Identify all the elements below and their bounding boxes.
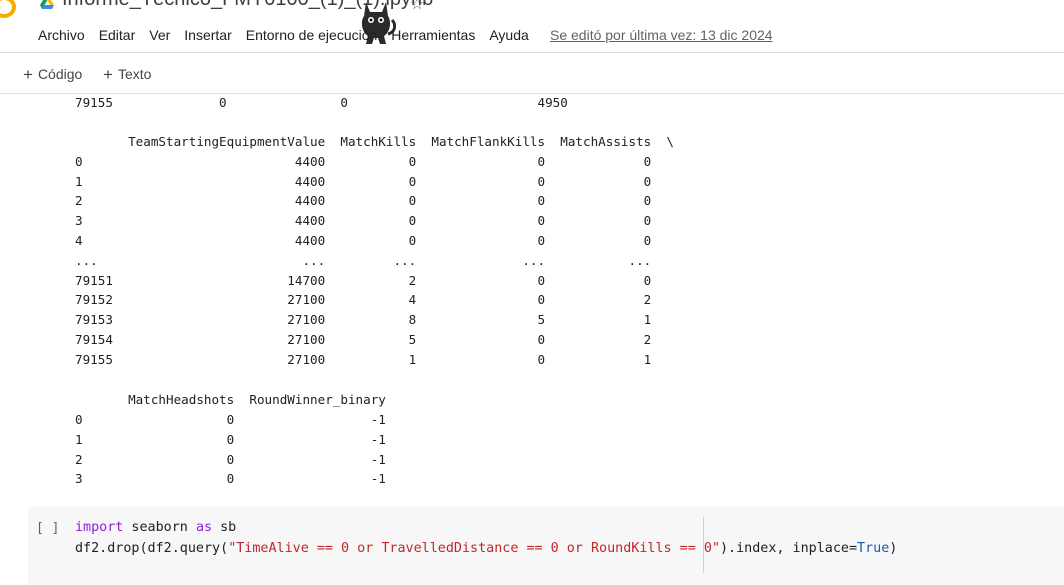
output-line: 0 0 -1 [75, 412, 386, 427]
menu-ver[interactable]: Ver [149, 27, 170, 43]
code-keyword: import [75, 520, 124, 535]
menu-bar: Archivo Editar Ver Insertar Entorno de e… [38, 27, 543, 43]
code-keyword: as [195, 520, 213, 535]
output-line: 3 0 -1 [75, 471, 386, 486]
menu-ayuda[interactable]: Ayuda [489, 27, 528, 43]
code-text: df2.drop(df2.query( [75, 541, 229, 556]
toolbar: + Código + Texto [0, 53, 1064, 94]
code-module: seaborn [123, 520, 196, 535]
plus-icon: + [103, 65, 113, 84]
output-line: 0 4400 0 0 0 [75, 154, 652, 169]
output-line: 79155 0 0 4950 [75, 95, 568, 110]
output-line: 2 0 -1 [75, 452, 386, 467]
run-cell-button[interactable]: [ ] [36, 521, 59, 536]
last-edit-link[interactable]: Se editó por última vez: 13 dic 2024 [550, 27, 773, 43]
code-text: ) [889, 541, 898, 556]
cell-output: 79155 0 0 4950 TeamStartingEquipmentValu… [0, 93, 1064, 505]
code-boolean: True [857, 541, 890, 556]
text-cursor [703, 517, 704, 573]
output-line: 1 0 -1 [75, 432, 386, 447]
output-line: 79153 27100 8 5 1 [75, 312, 652, 327]
add-code-button[interactable]: + Código [23, 64, 82, 84]
output-line: 2 4400 0 0 0 [75, 193, 652, 208]
add-text-button[interactable]: + Texto [103, 64, 151, 84]
top-bar: Informe_Técnico_FMY0100_(1)_(1).ipynb ☆ … [0, 0, 1064, 53]
output-line: MatchHeadshots RoundWinner_binary [75, 392, 386, 407]
output-line: ... ... ... ... ... [75, 253, 652, 268]
colab-logo-icon[interactable] [0, 0, 16, 18]
output-line: 79151 14700 2 0 0 [75, 273, 652, 288]
output-line: 3 4400 0 0 0 [75, 213, 652, 228]
menu-editar[interactable]: Editar [99, 27, 136, 43]
output-line: TeamStartingEquipmentValue MatchKills Ma… [75, 134, 674, 149]
add-text-label: Texto [117, 66, 152, 82]
code-line[interactable]: df2.drop(df2.query("TimeAlive == 0 or Tr… [75, 541, 897, 556]
code-string: "TimeAlive == 0 or TravelledDistance == … [228, 541, 720, 556]
code-cell[interactable]: [ ] import seaborn as sb df2.drop(df2.qu… [28, 507, 1064, 585]
google-drive-icon [40, 0, 54, 9]
menu-insertar[interactable]: Insertar [184, 27, 231, 43]
plus-icon: + [23, 65, 33, 84]
output-line: 79152 27100 4 0 2 [75, 292, 652, 307]
output-line: 4 4400 0 0 0 [75, 233, 652, 248]
code-line[interactable]: import seaborn as sb [75, 520, 236, 535]
output-line: 79154 27100 5 0 2 [75, 332, 652, 347]
menu-entorno-de-ejecucion[interactable]: Entorno de ejecución [246, 27, 378, 43]
output-line: 79155 27100 1 0 1 [75, 352, 652, 367]
add-code-label: Código [37, 66, 83, 82]
star-icon[interactable]: ☆ [410, 0, 424, 13]
code-alias: sb [212, 520, 237, 535]
code-text: ).index, inplace= [719, 541, 858, 556]
output-line: 1 4400 0 0 0 [75, 174, 652, 189]
menu-archivo[interactable]: Archivo [38, 27, 85, 43]
menu-herramientas[interactable]: Herramientas [391, 27, 475, 43]
